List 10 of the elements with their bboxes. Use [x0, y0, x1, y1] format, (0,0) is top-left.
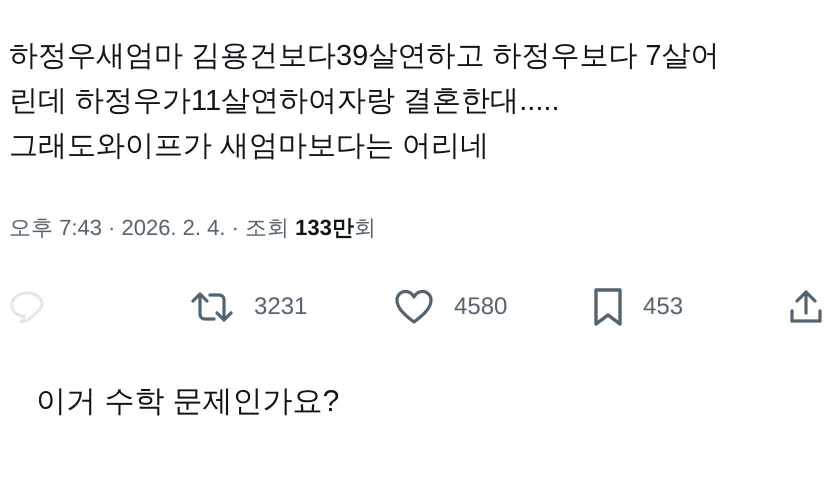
heart-icon[interactable] — [394, 289, 434, 325]
post-text: 하정우새엄마 김용건보다39살연하고 하정우보다 7살어 린데 하정우가11살연하여자랑 결혼한대..... 그래도와이프가 새엄마보다는 어리네 — [9, 39, 721, 164]
bookmark-icon[interactable] — [593, 287, 623, 327]
post-metadata: 오후 7:43 · 2026. 2. 4. · 조회 133만회 — [9, 214, 377, 242]
caption-text: 이거 수학 문제인가요? — [36, 384, 340, 420]
repost-icon[interactable] — [190, 290, 234, 324]
count-label: 3231 — [254, 293, 308, 321]
share-icon[interactable] — [788, 289, 824, 325]
count-label: 4580 — [454, 293, 508, 321]
count-label: 453 — [643, 293, 684, 321]
